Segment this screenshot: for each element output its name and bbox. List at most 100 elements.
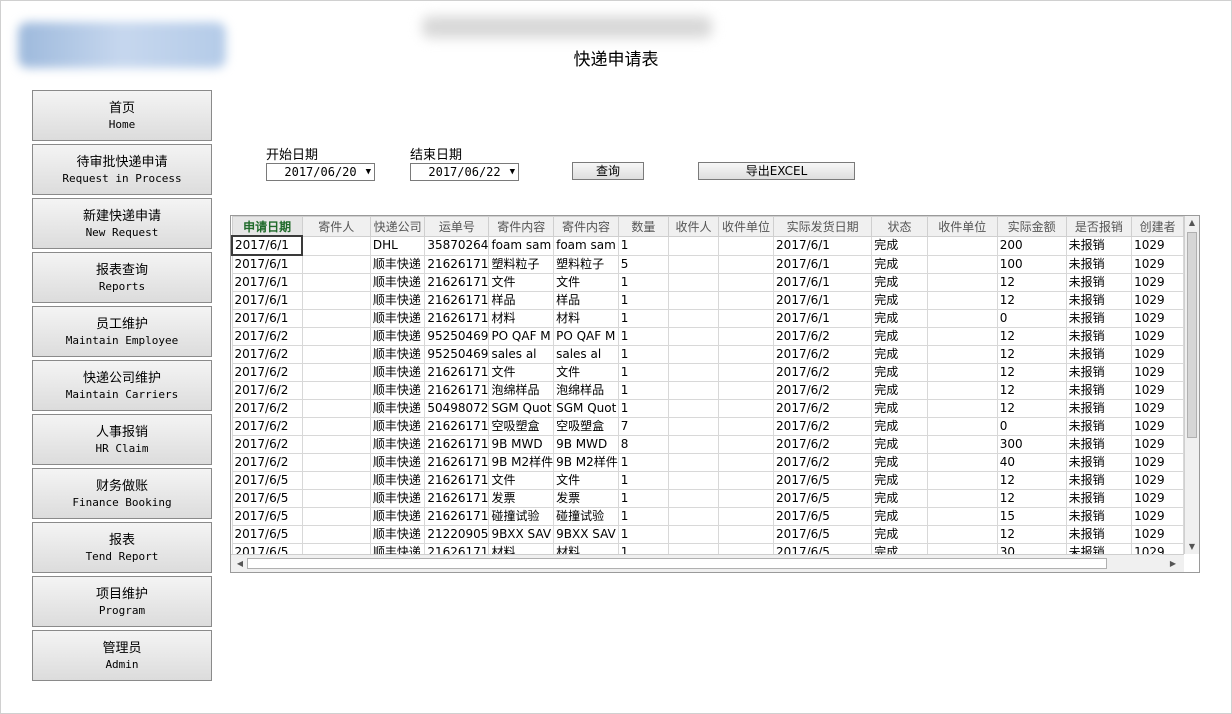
table-cell[interactable]: 2017/6/1 bbox=[773, 291, 873, 310]
table-cell[interactable]: 文件 bbox=[553, 273, 619, 292]
table-cell[interactable] bbox=[926, 381, 998, 400]
table-cell[interactable]: 泡绵样品 bbox=[553, 381, 619, 400]
table-cell[interactable] bbox=[301, 273, 371, 292]
table-cell[interactable]: 未报销 bbox=[1065, 471, 1133, 490]
table-cell[interactable] bbox=[926, 525, 998, 544]
table-cell[interactable]: 2017/6/5 bbox=[231, 471, 303, 490]
table-cell[interactable]: 21626171 bbox=[424, 417, 490, 436]
table-cell[interactable]: 1 bbox=[617, 327, 669, 346]
table-cell[interactable] bbox=[717, 453, 775, 472]
nav-button-request-in-process[interactable]: 待审批快递申请 Request in Process bbox=[32, 144, 212, 195]
table-cell[interactable]: 2017/6/2 bbox=[773, 345, 873, 364]
table-cell[interactable]: 1029 bbox=[1131, 507, 1184, 526]
table-cell[interactable]: 1029 bbox=[1131, 291, 1184, 310]
table-cell[interactable]: 未报销 bbox=[1065, 453, 1133, 472]
table-cell[interactable]: 完成 bbox=[871, 525, 928, 544]
table-row[interactable]: 2017/6/1 顺丰快递 21626171 材料 材料 1 2017/6/1 完成 0 未报销 1… bbox=[231, 309, 1184, 328]
table-cell[interactable]: 2017/6/5 bbox=[231, 543, 303, 554]
table-cell[interactable]: SGM Quot bbox=[553, 399, 619, 418]
table-cell[interactable] bbox=[717, 435, 775, 454]
table-cell[interactable]: SGM Quot bbox=[488, 399, 555, 418]
nav-button-hr-claim[interactable]: 人事报销 HR Claim bbox=[32, 414, 212, 465]
table-cell[interactable]: 塑料粒子 bbox=[553, 254, 619, 274]
table-cell[interactable]: 1029 bbox=[1131, 363, 1184, 382]
table-cell[interactable]: 未报销 bbox=[1065, 254, 1133, 274]
table-cell[interactable]: 1029 bbox=[1131, 381, 1184, 400]
table-cell[interactable]: 完成 bbox=[871, 543, 928, 554]
table-cell[interactable] bbox=[301, 507, 371, 526]
table-cell[interactable]: 1 bbox=[617, 309, 669, 328]
table-cell[interactable] bbox=[667, 235, 719, 256]
table-cell[interactable]: 文件 bbox=[553, 363, 619, 382]
table-cell[interactable]: 12 bbox=[996, 345, 1067, 364]
end-date-select[interactable]: 2017/06/22 ▼ bbox=[410, 163, 519, 181]
table-cell[interactable] bbox=[926, 543, 998, 554]
column-header[interactable]: 寄件内容 bbox=[488, 216, 555, 237]
table-row[interactable]: 2017/6/5 顺丰快递 21626171 碰撞试验 碰撞试验 1 2017/6/5 完成 1… bbox=[231, 507, 1184, 526]
table-cell[interactable]: 完成 bbox=[871, 453, 928, 472]
table-row[interactable]: 2017/6/2 顺丰快递 95250469 sales al sales al 1 201… bbox=[231, 345, 1184, 364]
table-cell[interactable] bbox=[926, 399, 998, 418]
table-row[interactable]: 2017/6/2 顺丰快递 95250469 PO QAF M PO QAF M 1 201… bbox=[231, 327, 1184, 346]
column-header[interactable]: 寄件人 bbox=[301, 216, 371, 237]
table-cell[interactable]: 未报销 bbox=[1065, 235, 1133, 256]
arrow-up-icon[interactable]: ▲ bbox=[1185, 216, 1199, 230]
table-cell[interactable]: 2017/6/2 bbox=[231, 327, 303, 346]
table-cell[interactable]: 空吸塑盒 bbox=[488, 417, 555, 436]
table-cell[interactable]: 完成 bbox=[871, 273, 928, 292]
table-cell[interactable] bbox=[926, 435, 998, 454]
arrow-left-icon[interactable]: ◀ bbox=[233, 557, 247, 571]
table-cell[interactable] bbox=[667, 345, 719, 364]
table-cell[interactable]: 未报销 bbox=[1065, 291, 1133, 310]
table-cell[interactable]: 1029 bbox=[1131, 399, 1184, 418]
table-cell[interactable]: 21626171 bbox=[424, 471, 490, 490]
table-cell[interactable]: 2017/6/1 bbox=[231, 291, 303, 310]
table-cell[interactable]: 2017/6/2 bbox=[773, 453, 873, 472]
export-excel-button[interactable]: 导出EXCEL bbox=[698, 162, 855, 180]
table-cell[interactable]: 2017/6/2 bbox=[773, 417, 873, 436]
table-cell[interactable]: 顺丰快递 bbox=[369, 327, 426, 346]
table-cell[interactable] bbox=[717, 345, 775, 364]
table-cell[interactable]: 2017/6/1 bbox=[231, 254, 303, 274]
table-cell[interactable]: 21626171 bbox=[424, 291, 490, 310]
table-cell[interactable]: 1 bbox=[617, 399, 669, 418]
table-cell[interactable]: 7 bbox=[617, 417, 669, 436]
table-cell[interactable] bbox=[717, 235, 775, 256]
table-cell[interactable]: 95250469 bbox=[424, 327, 490, 346]
table-cell[interactable]: 1029 bbox=[1131, 235, 1184, 256]
table-cell[interactable]: 顺丰快递 bbox=[369, 525, 426, 544]
table-row[interactable]: 2017/6/1 顺丰快递 21626171 文件 文件 1 2017/6/1 完成 12 未报销… bbox=[231, 273, 1184, 292]
table-cell[interactable]: 12 bbox=[996, 525, 1067, 544]
table-cell[interactable] bbox=[926, 235, 998, 256]
table-cell[interactable]: 15 bbox=[996, 507, 1067, 526]
table-cell[interactable]: 顺丰快递 bbox=[369, 471, 426, 490]
table-cell[interactable]: 2017/6/2 bbox=[231, 417, 303, 436]
table-cell[interactable]: 完成 bbox=[871, 507, 928, 526]
table-cell[interactable] bbox=[667, 363, 719, 382]
table-cell[interactable] bbox=[926, 273, 998, 292]
table-cell[interactable]: 2017/6/5 bbox=[773, 489, 873, 508]
nav-button-admin[interactable]: 管理员 Admin bbox=[32, 630, 212, 681]
table-cell[interactable]: 顺丰快递 bbox=[369, 309, 426, 328]
table-cell[interactable]: 顺丰快递 bbox=[369, 489, 426, 508]
column-header[interactable]: 收件单位 bbox=[926, 216, 998, 237]
table-cell[interactable]: 完成 bbox=[871, 345, 928, 364]
table-row[interactable]: 2017/6/1 DHL 35870264 foam sam foam sam 1 2017… bbox=[231, 235, 1184, 256]
table-cell[interactable]: 塑料粒子 bbox=[488, 254, 555, 274]
vertical-scrollbar[interactable]: ▲ ▼ bbox=[1184, 216, 1199, 554]
table-cell[interactable]: 未报销 bbox=[1065, 489, 1133, 508]
table-cell[interactable]: 材料 bbox=[553, 309, 619, 328]
table-cell[interactable]: 2017/6/1 bbox=[231, 235, 304, 256]
table-cell[interactable]: 完成 bbox=[871, 381, 928, 400]
table-cell[interactable] bbox=[667, 543, 719, 554]
table-cell[interactable]: 2017/6/1 bbox=[773, 273, 873, 292]
start-date-select[interactable]: 2017/06/20 ▼ bbox=[266, 163, 375, 181]
table-cell[interactable]: 2017/6/5 bbox=[231, 507, 303, 526]
column-header[interactable]: 创建者 bbox=[1131, 216, 1184, 237]
table-cell[interactable]: 完成 bbox=[871, 291, 928, 310]
table-cell[interactable]: 1029 bbox=[1131, 273, 1184, 292]
nav-button-reports[interactable]: 报表查询 Reports bbox=[32, 252, 212, 303]
table-cell[interactable]: 完成 bbox=[871, 489, 928, 508]
table-cell[interactable]: 21220905 bbox=[424, 525, 490, 544]
table-cell[interactable] bbox=[717, 543, 775, 554]
